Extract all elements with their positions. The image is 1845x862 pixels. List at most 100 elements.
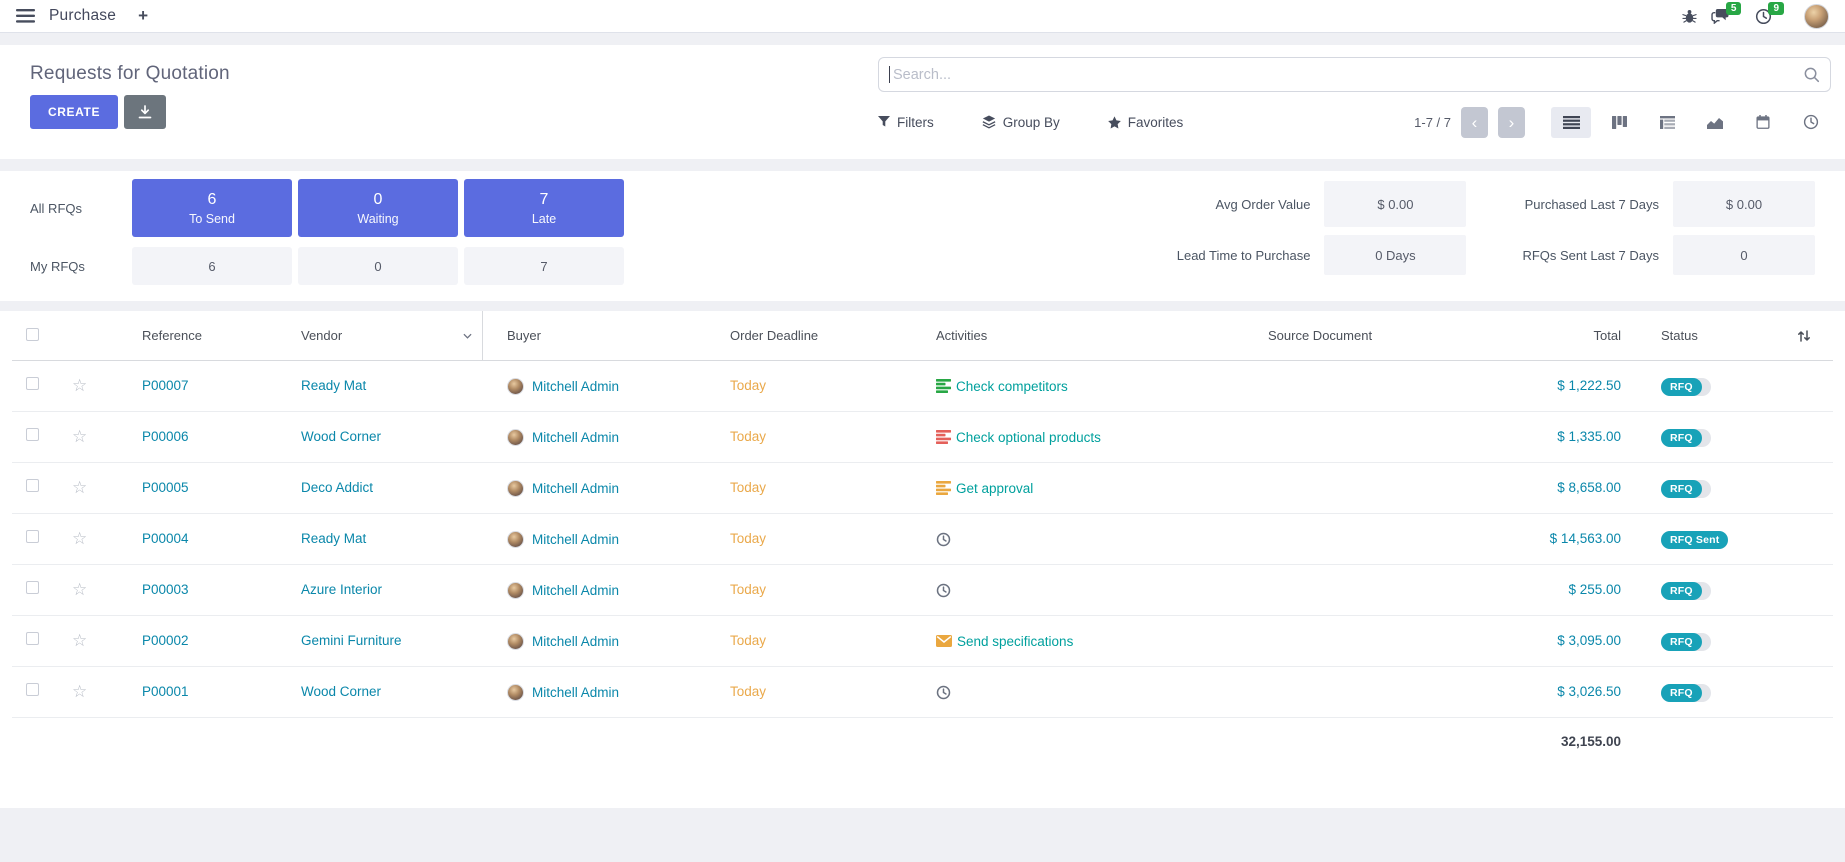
kpi-late-button[interactable]: 7 Late	[464, 179, 624, 237]
export-button[interactable]	[124, 95, 166, 129]
reference-link[interactable]: P00005	[142, 480, 189, 495]
activity-icon[interactable]	[936, 583, 951, 598]
favorite-star-icon[interactable]: ☆	[72, 530, 87, 548]
column-header-source[interactable]: Source Document	[1258, 328, 1507, 343]
vendor-link[interactable]: Wood Corner	[301, 429, 381, 444]
buyer-link[interactable]: Mitchell Admin	[532, 583, 619, 598]
activity-label[interactable]: Check competitors	[956, 379, 1068, 394]
activity-icon[interactable]	[936, 685, 951, 700]
row-checkbox[interactable]	[26, 479, 39, 492]
star-icon	[1108, 116, 1121, 129]
buyer-link[interactable]: Mitchell Admin	[532, 481, 619, 496]
activity-icon[interactable]	[936, 481, 951, 495]
activity-icon[interactable]	[936, 430, 951, 444]
pivot-view-button[interactable]	[1647, 107, 1687, 138]
graph-view-button[interactable]	[1695, 107, 1735, 138]
activity-icon[interactable]	[936, 635, 952, 647]
row-checkbox[interactable]	[26, 581, 39, 594]
column-header-total[interactable]: Total	[1507, 328, 1657, 343]
my-waiting-value[interactable]: 0	[298, 247, 458, 285]
vendor-link[interactable]: Azure Interior	[301, 582, 382, 597]
user-avatar[interactable]	[1804, 4, 1829, 29]
kanban-view-button[interactable]	[1599, 107, 1639, 138]
column-header-activities[interactable]: Activities	[918, 328, 1258, 343]
table-row[interactable]: ☆ P00005 Deco Addict Mitchell Admin Toda…	[12, 463, 1833, 514]
table-row[interactable]: ☆ P00007 Ready Mat Mitchell Admin Today …	[12, 361, 1833, 412]
search-icon[interactable]	[1803, 66, 1820, 83]
favorite-star-icon[interactable]: ☆	[72, 581, 87, 599]
column-header-buyer[interactable]: Buyer	[483, 328, 708, 343]
activity-label[interactable]: Get approval	[956, 481, 1033, 496]
row-checkbox[interactable]	[26, 377, 39, 390]
vendor-link[interactable]: Ready Mat	[301, 378, 366, 393]
new-tab-plus-icon[interactable]: +	[138, 6, 148, 26]
messages-icon[interactable]: 5	[1707, 6, 1746, 26]
footer-total-sum: 32,155.00	[1561, 734, 1621, 749]
favorite-star-icon[interactable]: ☆	[72, 428, 87, 446]
buyer-link[interactable]: Mitchell Admin	[532, 634, 619, 649]
favorites-button[interactable]: Favorites	[1108, 115, 1184, 130]
table-footer-row: 32,155.00	[12, 718, 1833, 766]
debug-bug-icon[interactable]	[1678, 7, 1701, 26]
select-all-checkbox[interactable]	[26, 328, 39, 341]
row-checkbox[interactable]	[26, 683, 39, 696]
filters-button[interactable]: Filters	[878, 115, 934, 130]
buyer-link[interactable]: Mitchell Admin	[532, 532, 619, 547]
optional-columns-icon[interactable]	[1775, 329, 1833, 343]
favorite-star-icon[interactable]: ☆	[72, 632, 87, 650]
reference-link[interactable]: P00001	[142, 684, 189, 699]
search-placeholder: Search...	[893, 67, 1803, 83]
activity-label[interactable]: Check optional products	[956, 430, 1101, 445]
reference-link[interactable]: P00002	[142, 633, 189, 648]
kpi-waiting-button[interactable]: 0 Waiting	[298, 179, 458, 237]
table-row[interactable]: ☆ P00002 Gemini Furniture Mitchell Admin…	[12, 616, 1833, 667]
create-button[interactable]: CREATE	[30, 95, 118, 129]
row-checkbox[interactable]	[26, 428, 39, 441]
buyer-link[interactable]: Mitchell Admin	[532, 430, 619, 445]
favorite-star-icon[interactable]: ☆	[72, 683, 87, 701]
list-view-button[interactable]	[1551, 107, 1591, 138]
activity-view-button[interactable]	[1791, 107, 1831, 138]
row-checkbox[interactable]	[26, 632, 39, 645]
activity-icon[interactable]	[936, 532, 951, 547]
order-deadline-value: Today	[730, 531, 766, 546]
activities-clock-icon[interactable]: 9	[1751, 6, 1788, 27]
my-to-send-value[interactable]: 6	[132, 247, 292, 285]
calendar-view-button[interactable]	[1743, 107, 1783, 138]
layers-icon	[982, 115, 996, 129]
table-row[interactable]: ☆ P00004 Ready Mat Mitchell Admin Today …	[12, 514, 1833, 565]
reference-link[interactable]: P00007	[142, 378, 189, 393]
table-row[interactable]: ☆ P00001 Wood Corner Mitchell Admin Toda…	[12, 667, 1833, 718]
status-badge: RFQ	[1661, 429, 1711, 447]
buyer-link[interactable]: Mitchell Admin	[532, 685, 619, 700]
vendor-link[interactable]: Wood Corner	[301, 684, 381, 699]
table-row[interactable]: ☆ P00006 Wood Corner Mitchell Admin Toda…	[12, 412, 1833, 463]
pager-previous-button[interactable]: ‹	[1461, 107, 1488, 138]
favorite-star-icon[interactable]: ☆	[72, 479, 87, 497]
buyer-avatar	[507, 429, 524, 446]
vendor-link[interactable]: Deco Addict	[301, 480, 373, 495]
reference-link[interactable]: P00006	[142, 429, 189, 444]
vendor-link[interactable]: Gemini Furniture	[301, 633, 402, 648]
reference-link[interactable]: P00003	[142, 582, 189, 597]
reference-link[interactable]: P00004	[142, 531, 189, 546]
column-header-deadline[interactable]: Order Deadline	[708, 328, 918, 343]
app-title[interactable]: Purchase	[49, 7, 116, 25]
vendor-link[interactable]: Ready Mat	[301, 531, 366, 546]
row-checkbox[interactable]	[26, 530, 39, 543]
pager-next-button[interactable]: ›	[1498, 107, 1525, 138]
column-header-reference[interactable]: Reference	[108, 328, 273, 343]
my-late-value[interactable]: 7	[464, 247, 624, 285]
table-row[interactable]: ☆ P00003 Azure Interior Mitchell Admin T…	[12, 565, 1833, 616]
search-input[interactable]: Search...	[878, 57, 1831, 92]
activity-label[interactable]: Send specifications	[957, 634, 1073, 649]
favorite-star-icon[interactable]: ☆	[72, 377, 87, 395]
apps-menu-icon[interactable]	[16, 9, 35, 23]
column-header-status[interactable]: Status	[1657, 328, 1775, 343]
status-badge: RFQ	[1661, 480, 1711, 498]
column-header-vendor[interactable]: Vendor	[273, 311, 483, 360]
buyer-link[interactable]: Mitchell Admin	[532, 379, 619, 394]
activity-icon[interactable]	[936, 379, 951, 393]
kpi-to-send-button[interactable]: 6 To Send	[132, 179, 292, 237]
group-by-button[interactable]: Group By	[982, 115, 1060, 130]
